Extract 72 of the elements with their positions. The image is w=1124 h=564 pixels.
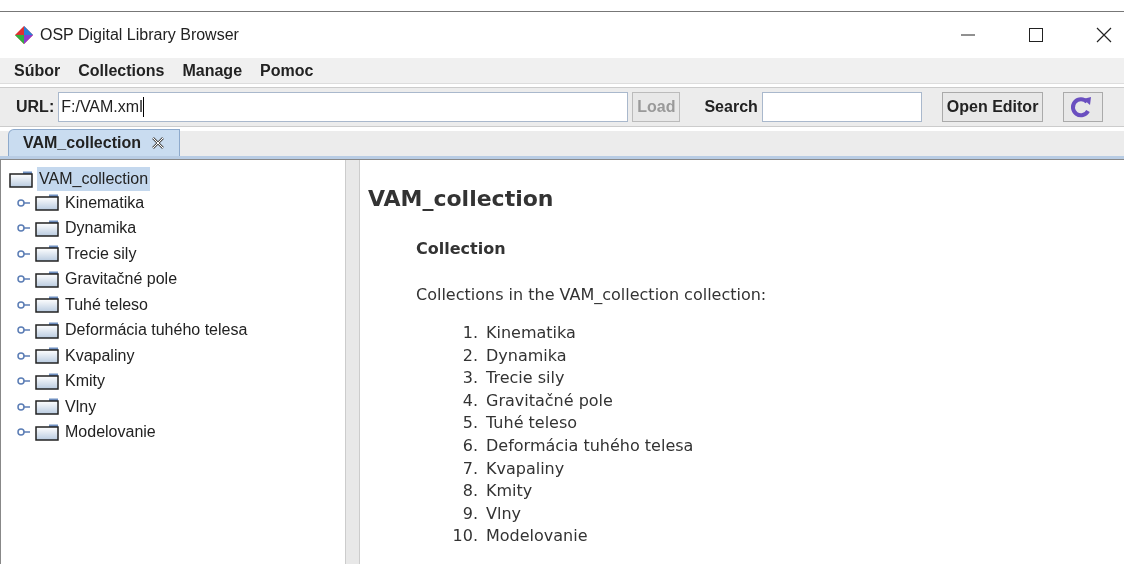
tree-item[interactable]: VAM_collection <box>37 167 151 191</box>
folder-icon <box>35 296 59 314</box>
list-number: 6. <box>461 434 479 457</box>
collapsed-handle-icon[interactable] <box>17 377 31 386</box>
collapsed-handle-icon[interactable] <box>17 249 31 258</box>
close-tab-icon[interactable] <box>150 136 165 150</box>
menu-item[interactable]: Pomoc <box>260 58 314 83</box>
list-number: 10. <box>451 525 479 547</box>
menu-item[interactable]: Collections <box>78 58 165 83</box>
list-number: 4. <box>461 389 479 412</box>
tree-item[interactable]: Trecie sily <box>63 241 139 266</box>
collection-link[interactable]: Modelovanie <box>486 524 588 547</box>
list-number: 7. <box>461 457 479 480</box>
list-number: 1. <box>461 322 479 344</box>
collection-link[interactable]: Deformácia tuhého telesa <box>486 433 694 457</box>
tree-item[interactable]: Deformácia tuhého telesa <box>63 318 250 343</box>
tree-item[interactable]: Kinematika <box>63 190 147 215</box>
content-title: VAM_collection <box>368 185 555 213</box>
search-label: Search <box>704 97 758 117</box>
list-number: 5. <box>461 412 479 434</box>
collection-link[interactable]: Kmity <box>486 479 533 502</box>
folder-icon <box>9 170 33 188</box>
collapsed-handle-icon[interactable] <box>17 300 31 309</box>
list-number: 3. <box>461 367 479 389</box>
open-editor-button[interactable]: Open Editor <box>941 92 1044 122</box>
refresh-button[interactable] <box>1063 92 1104 122</box>
collapsed-handle-icon[interactable] <box>17 402 31 411</box>
collapsed-handle-icon[interactable] <box>17 224 31 233</box>
folder-icon <box>35 270 59 288</box>
list-number: 8. <box>461 480 479 502</box>
url-label: URL: <box>16 97 55 117</box>
collection-link[interactable]: Kvapaliny <box>486 456 565 480</box>
maximize-icon[interactable] <box>1028 27 1044 43</box>
tree-item[interactable]: Dynamika <box>63 216 139 241</box>
refresh-icon <box>1070 96 1093 118</box>
tree-item[interactable]: Tuhé teleso <box>63 292 150 317</box>
collection-link[interactable]: Gravitačné pole <box>486 388 613 412</box>
collapsed-handle-icon[interactable] <box>17 428 31 437</box>
search-field[interactable] <box>761 92 922 122</box>
menu-item[interactable]: Súbor <box>14 58 61 83</box>
menu-item[interactable]: Manage <box>182 58 243 83</box>
folder-icon <box>35 372 59 390</box>
folder-icon <box>35 245 59 263</box>
tab[interactable]: VAM_collection <box>8 129 180 156</box>
collection-link[interactable]: Kinematika <box>486 321 576 344</box>
tree-item[interactable]: Kmity <box>63 369 107 394</box>
collection-link[interactable]: Trecie sily <box>486 366 565 389</box>
content-subtitle: Collection <box>416 238 507 260</box>
collection-link[interactable]: Tuhé teleso <box>486 411 578 434</box>
folder-icon <box>35 398 59 416</box>
tree-item[interactable]: Gravitačné pole <box>63 267 180 292</box>
collection-link[interactable]: Dynamika <box>486 343 567 367</box>
app-logo-icon <box>14 25 34 45</box>
collapsed-handle-icon[interactable] <box>17 198 31 207</box>
content-intro: Collections in the VAM_collection collection: <box>416 284 768 306</box>
list-number: 9. <box>461 502 479 525</box>
collapsed-handle-icon[interactable] <box>17 275 31 284</box>
folder-icon <box>35 423 59 441</box>
list-number: 2. <box>461 344 479 367</box>
folder-icon <box>35 194 59 212</box>
window-title: OSP Digital Library Browser <box>40 25 239 45</box>
folder-icon <box>35 347 59 365</box>
url-field[interactable]: F:/VAM.xml <box>58 92 629 122</box>
close-icon[interactable] <box>1096 27 1112 43</box>
collapsed-handle-icon[interactable] <box>17 326 31 335</box>
tree-item[interactable]: Modelovanie <box>63 420 158 445</box>
collection-link[interactable]: Vlny <box>486 501 521 525</box>
folder-icon <box>35 219 59 237</box>
tree-item[interactable]: Kvapaliny <box>63 343 137 368</box>
tree-item[interactable]: Vlny <box>63 394 99 419</box>
folder-icon <box>35 321 59 339</box>
collapsed-handle-icon[interactable] <box>17 351 31 360</box>
